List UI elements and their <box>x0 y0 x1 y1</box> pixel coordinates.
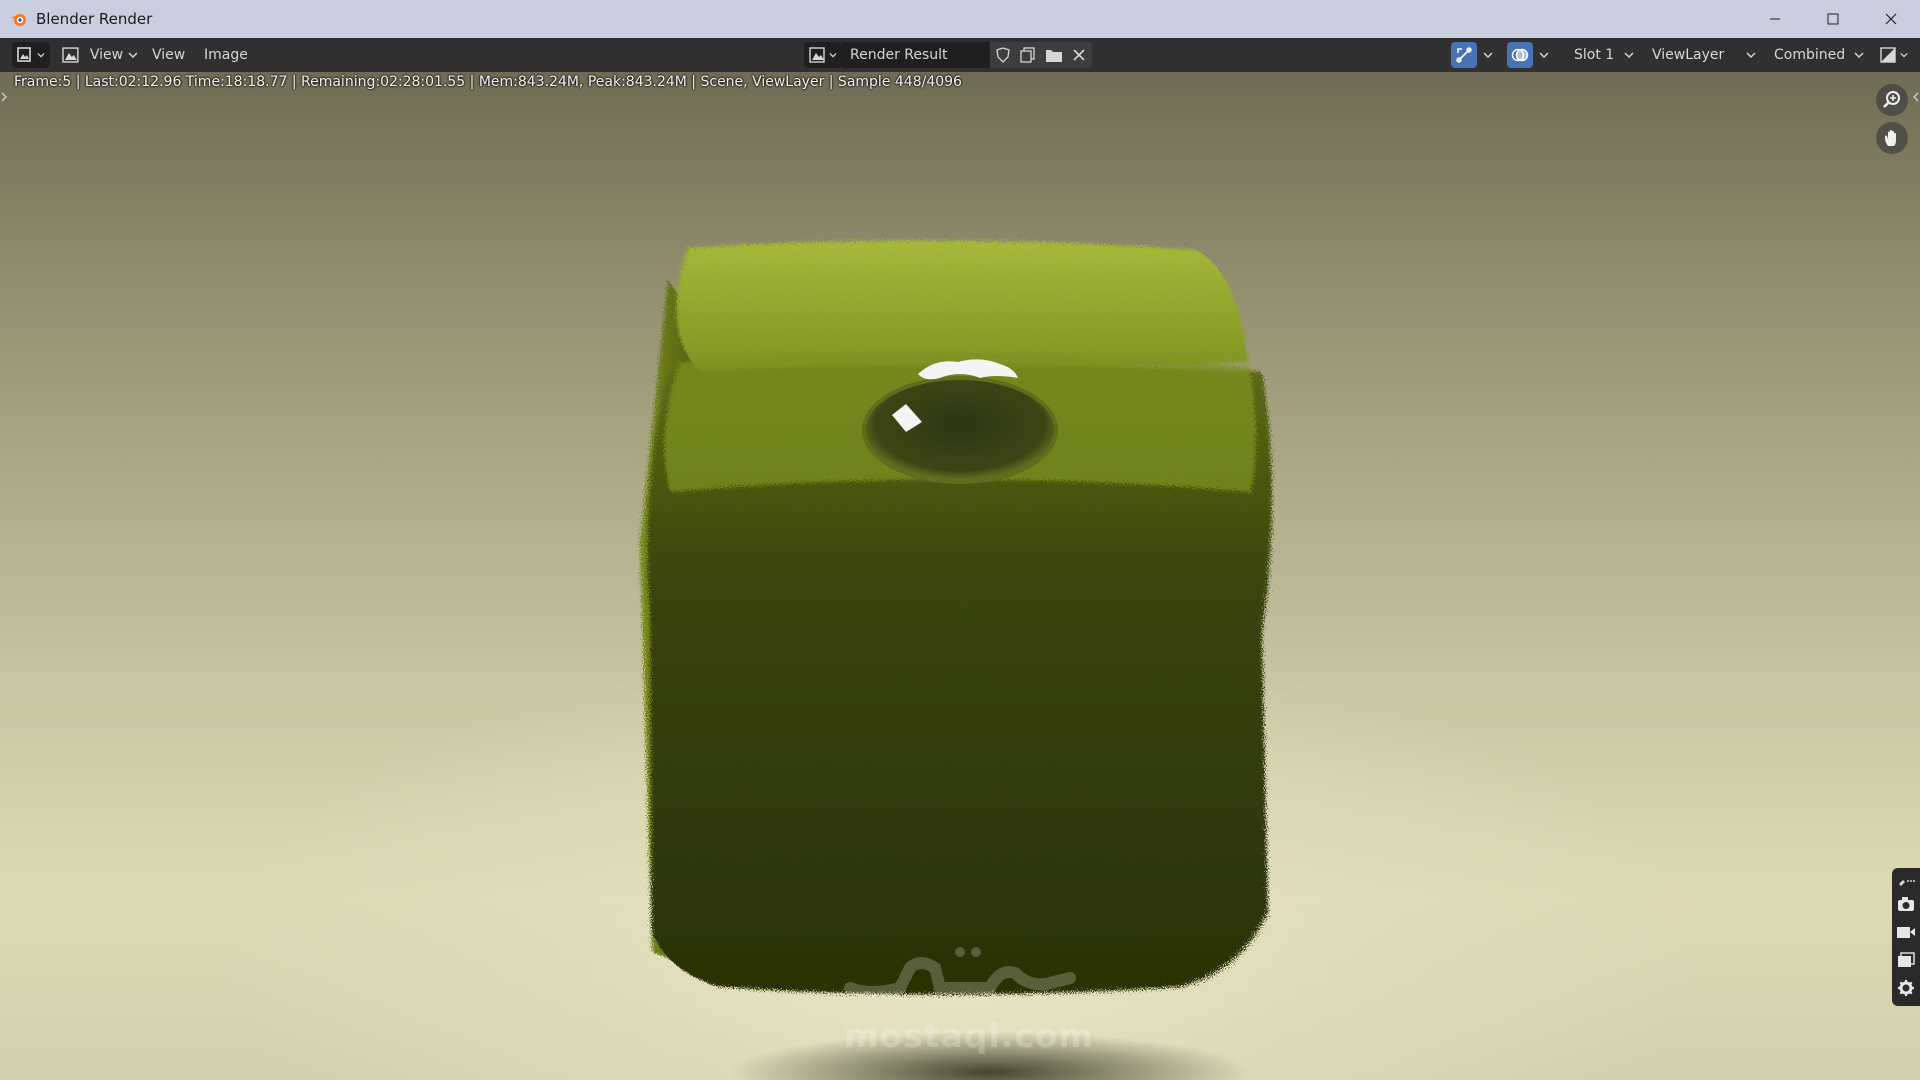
display-channels-dropdown[interactable] <box>1874 42 1914 68</box>
chevron-down-icon <box>829 52 837 58</box>
grass-cube <box>640 240 1272 995</box>
minimize-icon <box>1770 18 1780 20</box>
image-browse-icon <box>809 47 825 63</box>
sidebar-expand-arrow-icon[interactable] <box>1912 90 1920 104</box>
new-image-icon[interactable] <box>1019 46 1037 64</box>
render-status-line: Frame:5 | Last:02:12.96 Time:18:18.77 | … <box>14 74 962 90</box>
minimize-button[interactable] <box>1746 0 1804 38</box>
mode-view-label: View <box>89 47 124 63</box>
chevron-down-icon <box>1483 52 1493 59</box>
hand-pan-icon <box>1885 130 1896 146</box>
chevron-down-icon <box>1624 52 1634 59</box>
window-titlebar: Blender Render <box>0 0 1920 38</box>
blender-logo-icon <box>11 14 26 26</box>
chevron-down-icon <box>1854 52 1864 59</box>
tab-scene[interactable] <box>1894 974 1918 1002</box>
mostaql-watermark-logo <box>844 947 1076 998</box>
view-layer-dropdown[interactable]: ViewLayer <box>1642 42 1762 68</box>
window-title: Blender Render <box>36 10 153 28</box>
tab-output[interactable] <box>1894 918 1918 946</box>
gizmo-options-dropdown[interactable] <box>1479 42 1497 68</box>
open-folder-icon[interactable] <box>1045 46 1063 64</box>
render-viewport[interactable]: Frame:5 | Last:02:12.96 Time:18:18.77 | … <box>0 72 1920 1080</box>
image-name-field[interactable]: Render Result <box>842 42 990 68</box>
close-window-button[interactable] <box>1862 0 1920 38</box>
scene-icon <box>1898 980 1914 996</box>
pan-button[interactable] <box>1876 122 1908 154</box>
chevron-down-icon <box>1746 52 1756 59</box>
render-pass-dropdown[interactable]: Combined <box>1764 42 1870 68</box>
chevron-down-icon <box>128 52 138 59</box>
gizmo-icon <box>1456 47 1472 63</box>
chevron-down-icon <box>1900 52 1908 58</box>
tool-icon <box>1899 880 1915 886</box>
gizmo-toggle-button[interactable] <box>1451 42 1477 68</box>
image-view-icon <box>62 47 79 63</box>
zoom-button[interactable] <box>1876 84 1908 116</box>
unlink-close-icon[interactable] <box>1070 46 1088 64</box>
mode-view-dropdown[interactable]: View <box>58 42 138 68</box>
puddle <box>862 376 1058 484</box>
watermark-url: mostaql.com <box>844 1016 1094 1055</box>
overlays-options-dropdown[interactable] <box>1535 42 1553 68</box>
tab-tool[interactable] <box>1894 872 1918 890</box>
output-icon <box>1897 927 1915 938</box>
overlays-icon <box>1511 48 1529 62</box>
zoom-icon <box>1883 91 1900 108</box>
image-editor-header: View View Image Render Result Slot 1 Vie… <box>0 38 1920 72</box>
render-icon <box>1898 897 1914 911</box>
browse-image-button[interactable] <box>804 42 842 68</box>
toolbar-expand-arrow-icon[interactable] <box>0 90 8 104</box>
maximize-button[interactable] <box>1804 0 1862 38</box>
tab-render[interactable] <box>1894 890 1918 918</box>
image-editor-icon <box>17 47 31 62</box>
maximize-icon <box>1827 13 1839 25</box>
view-layer-label: ViewLayer <box>1652 47 1725 63</box>
chevron-down-icon <box>1539 52 1549 59</box>
display-channels-icon <box>1880 47 1896 63</box>
image-datablock-tools <box>990 42 1092 68</box>
fake-user-shield-icon[interactable] <box>994 46 1012 64</box>
menu-image[interactable]: Image <box>198 42 254 68</box>
properties-tabs <box>1892 868 1920 1006</box>
render-image <box>640 240 1272 1080</box>
view-layer-icon <box>1898 952 1915 967</box>
menu-view[interactable]: View <box>146 42 191 68</box>
chevron-down-icon <box>37 52 45 58</box>
editor-type-button[interactable] <box>12 42 50 68</box>
render-pass-label: Combined <box>1774 47 1846 63</box>
render-slot-dropdown[interactable]: Slot 1 <box>1564 42 1640 68</box>
render-slot-label: Slot 1 <box>1574 47 1615 63</box>
tab-view-layer[interactable] <box>1894 946 1918 974</box>
close-icon <box>1885 13 1897 25</box>
overlays-toggle-button[interactable] <box>1507 42 1533 68</box>
